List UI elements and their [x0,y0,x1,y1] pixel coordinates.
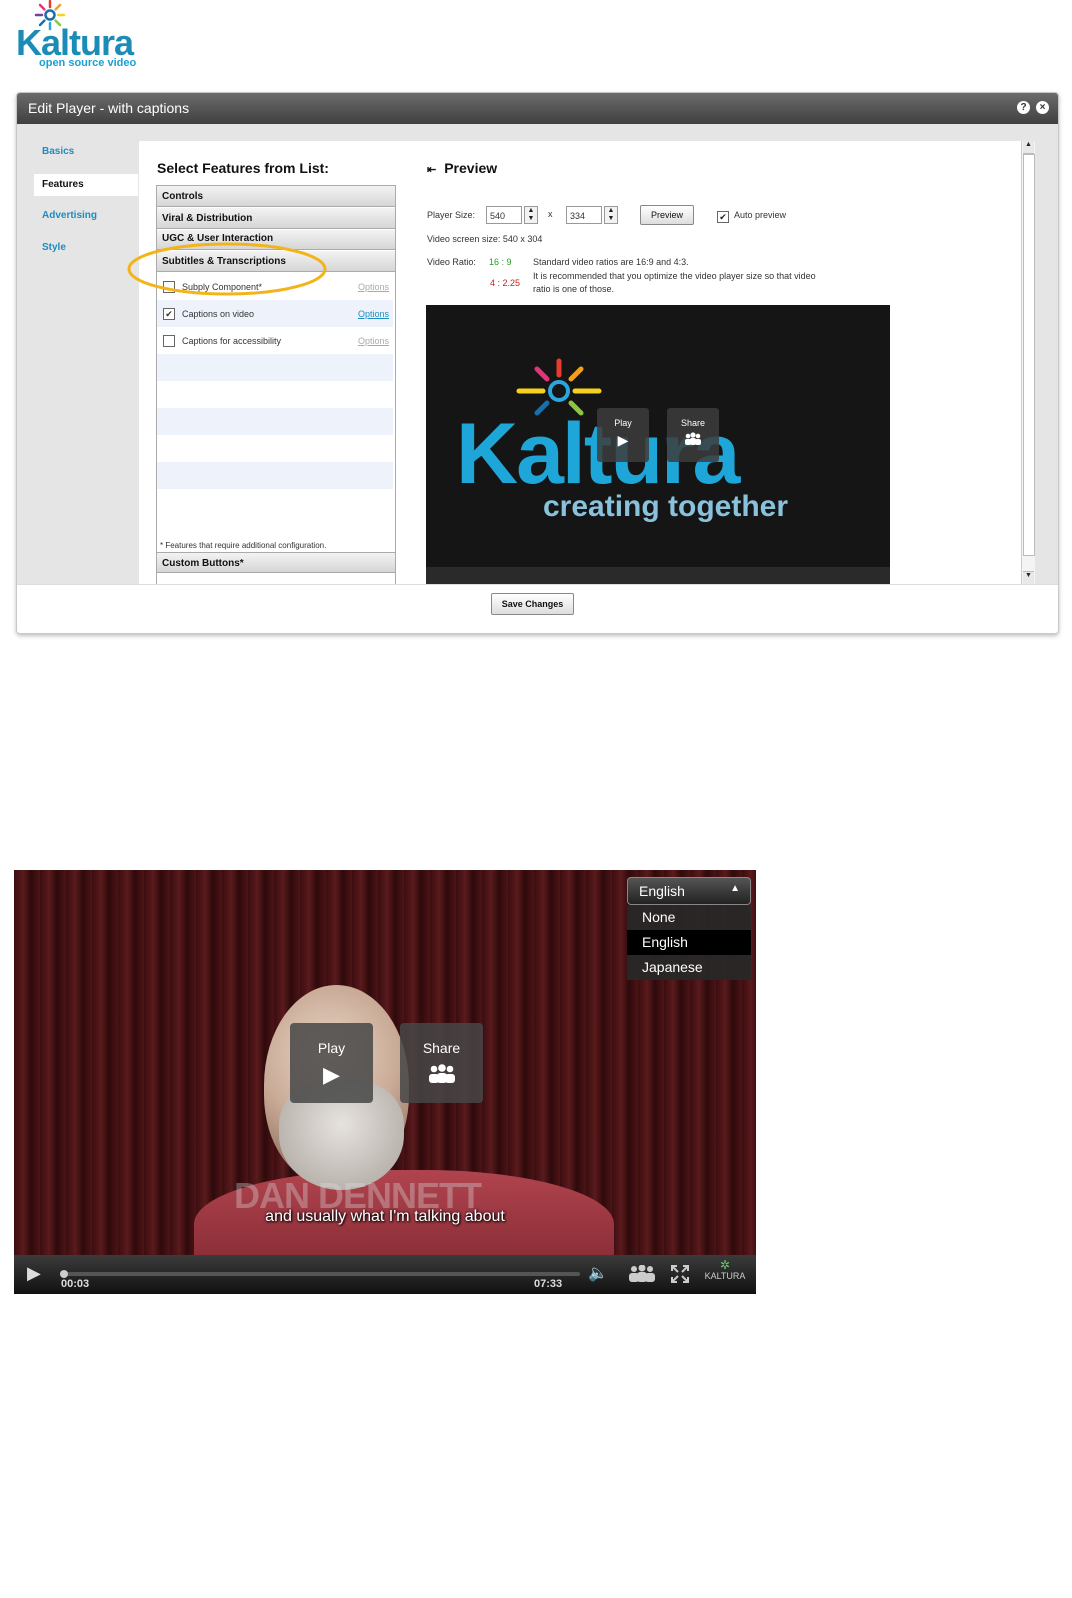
language-option-none[interactable]: None [627,905,751,930]
play-overlay-button[interactable]: Play ▶ [290,1023,373,1103]
preview-button[interactable]: Preview [640,205,694,225]
size-separator: x [548,209,553,219]
feature-label: Captions for accessibility [182,336,282,346]
seek-handle[interactable] [60,1270,68,1278]
footnote: * Features that require additional confi… [160,541,327,550]
ratio-current: 4 : 2.25 [490,278,521,288]
nav-style[interactable]: Style [34,237,138,259]
dialog-footer: Save Changes [17,584,1058,633]
feature-row: ✔ Captions on video Options [157,300,393,327]
screen-size-text: Video screen size: 540 x 304 [427,234,543,244]
nav-features[interactable]: Features [34,174,138,196]
ratio-standard: 16 : 9 [489,257,512,267]
caption-text: and usually what I'm talking about [265,1208,505,1225]
kaltura-brand[interactable]: ✲ KALTURA [700,1259,750,1281]
preview-play-button[interactable]: Play ▶ [597,408,649,462]
play-icon[interactable]: ▶ [27,1263,41,1284]
current-time: 00:03 [61,1278,90,1290]
preview-share-button[interactable]: Share [667,408,719,462]
empty-row [157,408,393,435]
share-people-icon [428,1064,455,1083]
auto-preview-checkbox[interactable]: ✔ [717,211,729,223]
player-height-input[interactable]: 334 [566,206,602,224]
save-changes-button[interactable]: Save Changes [491,593,574,615]
preview-control-bar[interactable] [426,567,890,584]
language-menu: None English Japanese [627,905,751,980]
nav-advertising[interactable]: Advertising [34,205,138,227]
share-people-icon [685,432,701,445]
vertical-scrollbar[interactable]: ▲ ▼ [1021,141,1035,584]
empty-row [157,489,393,516]
ratio-note: It is recommended that you optimize the … [533,271,816,281]
language-selected: English [639,883,685,899]
edit-player-dialog: Edit Player - with captions ? × Basics F… [16,92,1059,634]
total-time: 07:33 [534,1278,563,1290]
share-overlay-button[interactable]: Share [400,1023,483,1103]
features-content: Select Features from List: Controls Vira… [127,141,1035,586]
width-stepper[interactable]: ▲ ▼ [524,206,538,224]
language-option-english[interactable]: English [627,930,751,955]
annotation-highlight-ellipse [127,242,327,296]
dialog-body: Basics Features Advertising Style Select… [17,124,1058,586]
empty-row [157,435,393,462]
seek-bar[interactable] [60,1270,580,1278]
video-player[interactable]: DAN DENNETT and usually what I'm talking… [14,870,756,1294]
feature-row: Captions for accessibility Options [157,327,393,354]
height-stepper[interactable]: ▲ ▼ [604,206,618,224]
ratio-note: Standard video ratios are 16:9 and 4:3. [533,257,689,267]
options-link[interactable]: Options [358,336,389,346]
fullscreen-icon[interactable] [670,1264,690,1284]
auto-preview-label: Auto preview [734,210,787,220]
play-icon: ▶ [617,432,629,448]
player-size-label: Player Size: [427,210,476,220]
empty-row [157,462,393,489]
player-width-input[interactable]: 540 [486,206,522,224]
chevron-up-icon: ▲ [730,883,740,894]
nav-basics[interactable]: Basics [34,141,138,163]
feature-label: Captions on video [182,309,255,319]
empty-row [157,354,393,381]
player-control-bar: ▶ 00:03 07:33 🔈 ✲ KALTURA [14,1255,756,1294]
help-icon[interactable]: ? [1017,101,1030,114]
features-title: Select Features from List: [157,160,329,176]
checkbox[interactable] [163,335,175,347]
kaltura-logo: Kaltura open source video [14,0,164,72]
language-selector[interactable]: English ▲ [627,877,751,905]
video-ratio-label: Video Ratio: [427,257,476,267]
group-viral-distribution[interactable]: Viral & Distribution [157,208,395,229]
volume-icon[interactable]: 🔈 [588,1263,608,1283]
arrow-left-icon[interactable]: ⇤ [427,164,436,176]
language-option-japanese[interactable]: Japanese [627,955,751,980]
preview-player[interactable]: Kaltura creating together Play ▶ Share [426,305,890,584]
left-nav: Basics Features Advertising Style [17,124,139,584]
group-controls[interactable]: Controls [157,186,395,207]
logo-tagline: open source video [39,57,137,69]
close-icon[interactable]: × [1036,101,1049,114]
dialog-titlebar: Edit Player - with captions ? × [17,93,1058,124]
scroll-up-arrow-icon: ▲ [1023,141,1034,154]
kaltura-sun-icon: ✲ [719,1258,731,1272]
scroll-down-arrow-icon: ▼ [1023,571,1034,584]
scroll-thumb[interactable] [1023,154,1035,556]
dialog-title: Edit Player - with captions [28,100,190,116]
checkbox-checked[interactable]: ✔ [163,308,175,320]
options-link[interactable]: Options [358,282,389,292]
ratio-note: ratio is one of those. [533,284,615,294]
share-people-icon[interactable] [626,1265,658,1283]
video-frame[interactable]: DAN DENNETT and usually what I'm talking… [14,870,756,1290]
preview-title: ⇤ Preview [427,160,498,176]
group-custom-buttons[interactable]: Custom Buttons* [157,552,395,573]
preview-video-slogan: creating together [543,490,789,523]
play-icon: ▶ [323,1062,340,1087]
options-link[interactable]: Options [358,309,389,319]
empty-row [157,381,393,408]
